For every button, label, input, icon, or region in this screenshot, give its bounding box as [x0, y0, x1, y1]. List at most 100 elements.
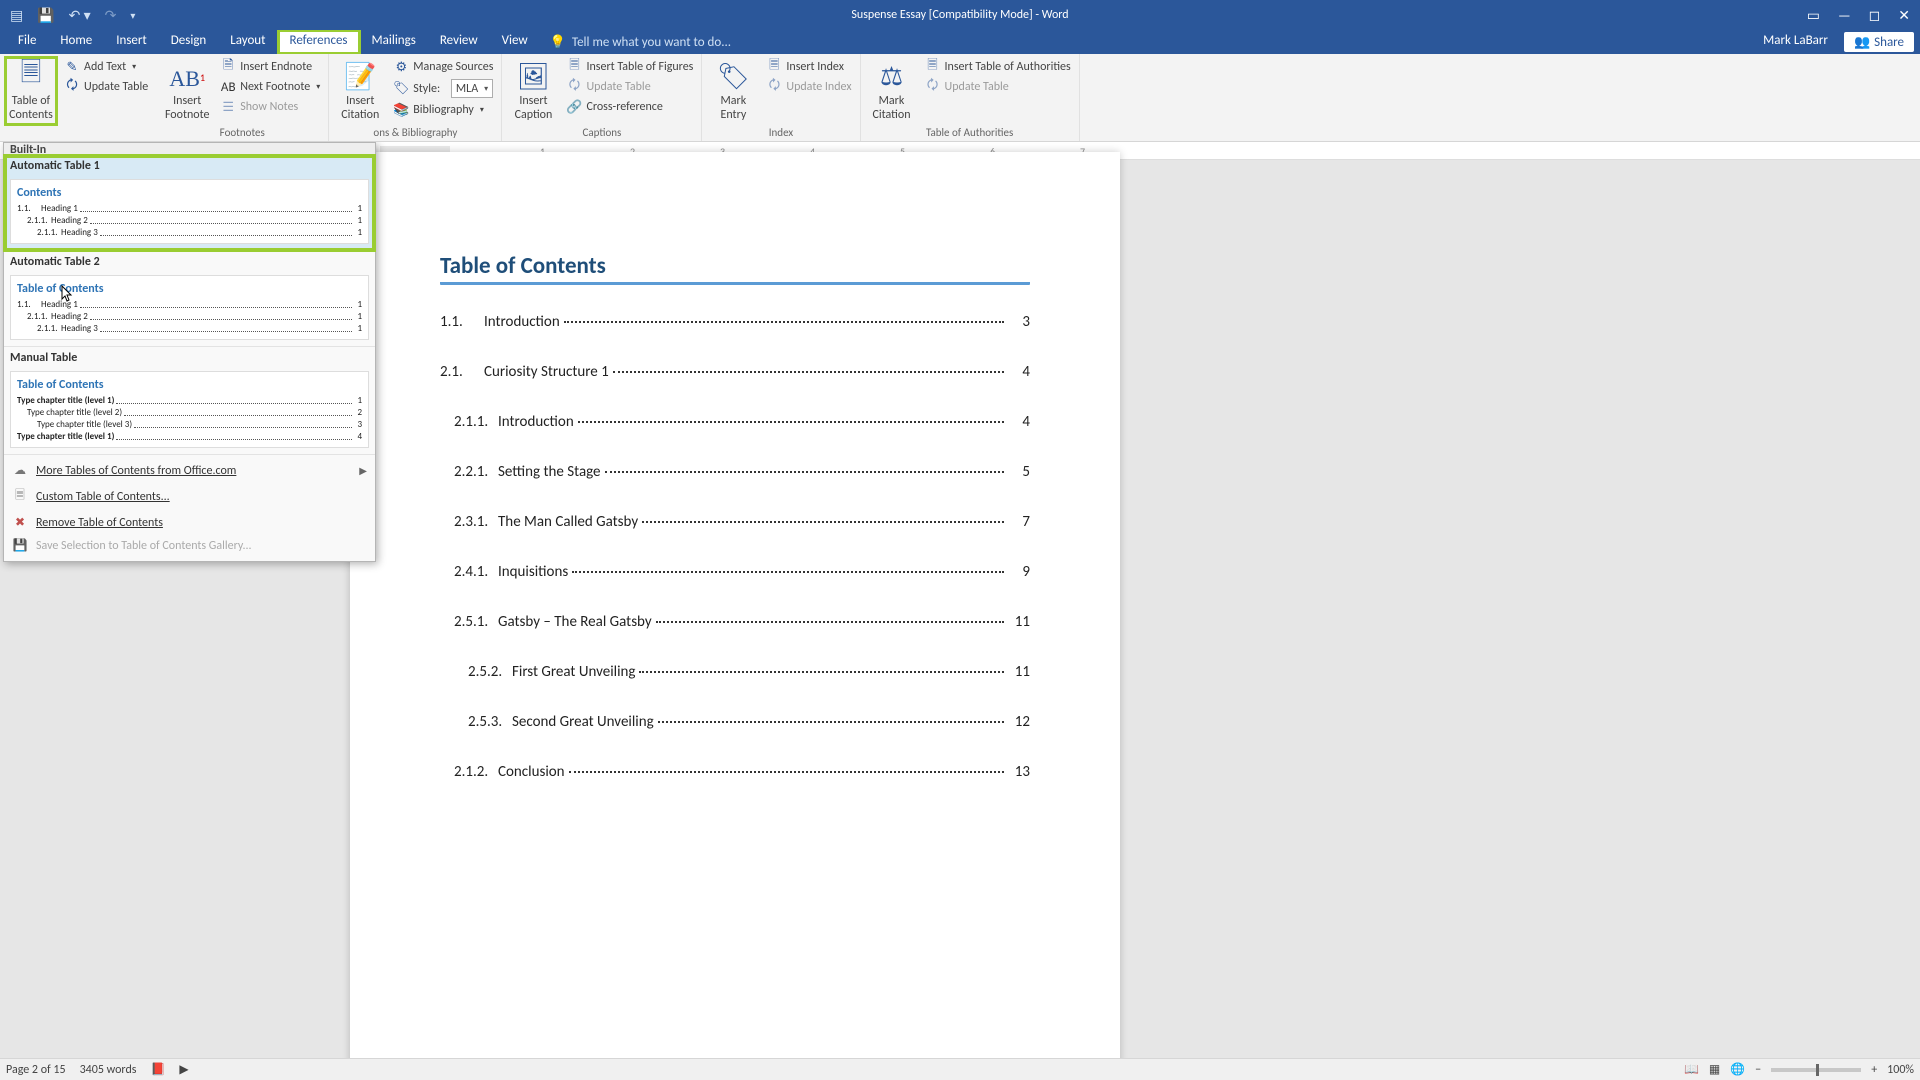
- update-caption-label: Update Table: [586, 80, 650, 94]
- undo-icon[interactable]: ↶ ▾: [69, 7, 91, 24]
- share-label: Share: [1874, 35, 1904, 50]
- gallery-automatic-table-2[interactable]: Automatic Table 2 Table of Contents 1.1.…: [4, 251, 375, 347]
- endnote-icon: 🗎: [220, 59, 236, 75]
- auto1-title: Automatic Table 1: [10, 159, 369, 173]
- tab-home[interactable]: Home: [48, 30, 104, 54]
- bibliography-button[interactable]: 📚Bibliography▾: [391, 101, 495, 119]
- menu-bar: File Home Insert Design Layout Reference…: [0, 30, 1920, 54]
- update-table-button[interactable]: 🗘Update Table: [62, 78, 150, 96]
- mark-entry-button[interactable]: 🏷 Mark Entry: [708, 58, 758, 124]
- tell-me-input[interactable]: Tell me what you want to do...: [572, 35, 731, 50]
- mark-citation-button[interactable]: ⚖ Mark Citation: [867, 58, 917, 124]
- manage-sources-button[interactable]: ⚙Manage Sources: [391, 58, 495, 76]
- update-icon: 🗘: [64, 79, 80, 95]
- gallery-manual-table[interactable]: Manual Table Table of Contents Type chap…: [4, 347, 375, 455]
- close-icon[interactable]: ✕: [1898, 7, 1910, 24]
- more-toc-label: More Tables of Contents from Office.com: [36, 464, 236, 478]
- caption-icon: 🖼: [517, 60, 549, 92]
- style-value: MLA: [456, 82, 478, 96]
- add-text-button[interactable]: ✎Add Text▾: [62, 58, 150, 76]
- next-footnote-button[interactable]: ABNext Footnote▾: [218, 78, 322, 96]
- tab-review[interactable]: Review: [428, 30, 490, 54]
- show-notes-button[interactable]: ☰Show Notes: [218, 98, 322, 116]
- ribbon-options-icon[interactable]: ▭: [1807, 7, 1820, 24]
- insert-toa-button[interactable]: 🗏 Insert Table of Authorities: [923, 58, 1073, 76]
- lightbulb-icon: 💡: [550, 35, 566, 50]
- update-caption-table-button[interactable]: 🗘 Update Table: [564, 78, 695, 96]
- zoom-level[interactable]: 100%: [1887, 1063, 1914, 1077]
- status-bar: Page 2 of 15 3405 words 📕 ▶ 📖 ▦ 🌐 − + 10…: [0, 1058, 1920, 1080]
- word-icon: ▤: [10, 7, 23, 24]
- save-toc-icon: 💾: [12, 538, 28, 553]
- insert-caption-button[interactable]: 🖼 Insert Caption: [508, 58, 558, 124]
- auto1-heading: Contents: [17, 186, 362, 200]
- maximize-icon[interactable]: ◻: [1869, 7, 1881, 24]
- add-text-icon: ✎: [64, 59, 80, 75]
- mark-entry-icon: 🏷: [717, 60, 749, 92]
- minimize-icon[interactable]: —: [1838, 7, 1851, 24]
- save-toc-menuitem: 💾Save Selection to Table of Contents Gal…: [4, 534, 375, 557]
- toc-entry: 2.5.1.Gatsby – The Real Gatsby11: [454, 613, 1030, 631]
- insert-index-button[interactable]: 🗏Insert Index: [764, 58, 853, 76]
- toc-entry: 2.2.1.Setting the Stage5: [454, 463, 1030, 481]
- mark-entry-label: Mark Entry: [721, 94, 747, 122]
- word-count[interactable]: 3405 words: [80, 1063, 137, 1077]
- mark-citation-icon: ⚖: [876, 60, 908, 92]
- spellcheck-icon[interactable]: 📕: [150, 1062, 165, 1077]
- remove-toc-menuitem[interactable]: ✖Remove Table of Contents: [4, 511, 375, 534]
- toc-entry: 2.5.3.Second Great Unveiling12: [468, 713, 1030, 731]
- tab-view[interactable]: View: [490, 30, 540, 54]
- insert-endnote-button[interactable]: 🗎 Insert Endnote: [218, 58, 322, 76]
- gallery-automatic-table-1[interactable]: Automatic Table 1 Contents 1.1.Heading 1…: [4, 155, 375, 251]
- tab-layout[interactable]: Layout: [218, 30, 277, 54]
- next-footnote-label: Next Footnote: [240, 80, 310, 94]
- insert-footnote-button[interactable]: AB1 Insert Footnote: [162, 58, 212, 124]
- update-toa-button[interactable]: 🗘Update Table: [923, 78, 1073, 96]
- tab-insert[interactable]: Insert: [104, 30, 159, 54]
- style-select[interactable]: 🏷Style: MLA▾: [391, 78, 495, 99]
- insert-toa-label: Insert Table of Authorities: [945, 60, 1071, 74]
- save-icon[interactable]: 💾: [37, 7, 54, 24]
- redo-icon[interactable]: ↷: [105, 7, 117, 24]
- endnote-label: Insert Endnote: [240, 60, 312, 74]
- insert-citation-button[interactable]: 📝 Insert Citation: [335, 58, 385, 124]
- tab-file[interactable]: File: [6, 30, 48, 54]
- page-indicator[interactable]: Page 2 of 15: [6, 1063, 66, 1077]
- style-label: Style:: [413, 82, 440, 96]
- toc-dropdown: Built-In Automatic Table 1 Contents 1.1.…: [3, 142, 376, 562]
- workspace: 1 2 3 4 5 6 7 Table of Contents 1.1.Intr…: [0, 142, 1920, 1058]
- tab-references[interactable]: References: [278, 30, 360, 54]
- title-bar: ▤ 💾 ↶ ▾ ↷ ▾ Suspense Essay [Compatibilit…: [0, 0, 1920, 30]
- remove-toc-icon: ✖: [12, 515, 28, 530]
- auto2-title: Automatic Table 2: [10, 255, 369, 269]
- insert-toa-icon: 🗏: [925, 59, 941, 75]
- zoom-in-icon[interactable]: +: [1871, 1063, 1877, 1077]
- macro-icon[interactable]: ▶: [179, 1062, 188, 1077]
- tab-design[interactable]: Design: [159, 30, 218, 54]
- show-notes-icon: ☰: [220, 99, 236, 115]
- zoom-slider[interactable]: [1771, 1068, 1861, 1072]
- read-mode-icon[interactable]: 📖: [1684, 1062, 1699, 1077]
- toc-entry: 1.1.Introduction3: [440, 313, 1030, 331]
- web-layout-icon[interactable]: 🌐: [1730, 1062, 1745, 1077]
- manage-sources-label: Manage Sources: [413, 60, 493, 74]
- qat-customize-icon[interactable]: ▾: [130, 9, 135, 22]
- insert-tof-button[interactable]: 🗏Insert Table of Figures: [564, 58, 695, 76]
- tof-icon: 🗏: [566, 59, 582, 75]
- table-of-contents-button[interactable]: 🗏 Table of Contents: [6, 58, 56, 124]
- xref-icon: 🔗: [566, 99, 582, 115]
- custom-toc-menuitem[interactable]: 🗏Custom Table of Contents...: [4, 482, 375, 511]
- update-index-icon: 🗘: [766, 79, 782, 95]
- custom-toc-icon: 🗏: [12, 486, 28, 507]
- style-icon: 🏷: [393, 81, 409, 97]
- zoom-out-icon[interactable]: −: [1755, 1063, 1761, 1077]
- update-index-button[interactable]: 🗘Update Index: [764, 78, 853, 96]
- cross-reference-button[interactable]: 🔗Cross-reference: [564, 98, 695, 116]
- share-button[interactable]: 👥 Share: [1844, 32, 1914, 52]
- tab-mailings[interactable]: Mailings: [360, 30, 428, 54]
- print-layout-icon[interactable]: ▦: [1709, 1062, 1720, 1077]
- user-name[interactable]: Mark LaBarr: [1753, 30, 1838, 54]
- update-table-icon: 🗘: [566, 79, 582, 95]
- update-toa-icon: 🗘: [925, 79, 941, 95]
- more-toc-menuitem[interactable]: ☁More Tables of Contents from Office.com…: [4, 459, 375, 482]
